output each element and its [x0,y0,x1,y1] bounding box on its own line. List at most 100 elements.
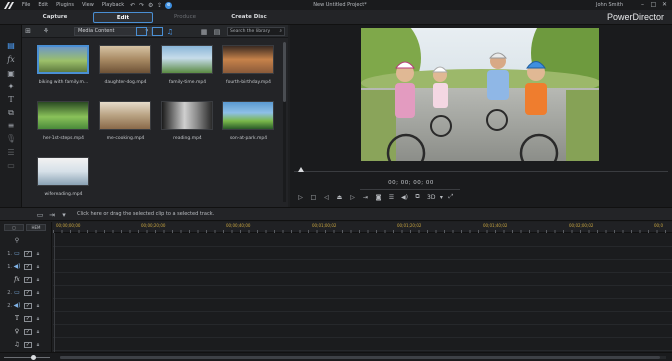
snapshot-icon[interactable]: ⏏ [333,191,346,203]
filter-image-button[interactable] [152,27,163,36]
title-room-icon[interactable]: T [5,94,17,105]
next-frame-icon[interactable]: ▷ [346,191,359,203]
tab-edit[interactable]: Edit [93,12,153,23]
tab-produce[interactable]: Produce [160,12,210,23]
help-icon[interactable]: e [164,0,173,10]
track-enable-checkbox[interactable]: ✓ [24,250,32,257]
lock-icon[interactable]: 🔒︎ [34,277,42,283]
library-clip[interactable]: daughter-dog.mp4 [98,45,153,85]
lock-icon[interactable]: 🔒︎ [34,303,42,309]
preview-seek-bar[interactable] [294,167,668,174]
particle-room-icon[interactable]: ✦ [5,81,17,92]
track-lane[interactable] [53,299,672,312]
menu-view[interactable]: View [78,0,98,10]
track-manager-button[interactable]: ▢ [4,224,24,231]
undo-icon[interactable]: ↶ [128,0,137,10]
lock-icon[interactable]: 🔒︎ [34,316,42,322]
library-clip[interactable]: family-time.mp4 [160,45,215,85]
library-search-input[interactable]: Search the library ⌕ [227,27,285,36]
track-lane[interactable] [53,338,672,351]
storyboard-view-icon[interactable]: ▭ [34,210,46,220]
track-enable-checkbox[interactable]: ✓ [24,341,32,348]
library-clip[interactable]: me-cooking.mp4 [98,101,153,141]
chapter-room-icon[interactable]: ☰ [5,147,17,158]
seek-handle[interactable] [298,167,304,172]
menu-plugins[interactable]: Plugins [52,0,78,10]
library-clip[interactable]: biking with family.m... [36,45,91,85]
library-clip[interactable]: wifereading.mp4 [36,157,91,197]
library-scrollbar-thumb[interactable] [283,42,286,102]
plugins-icon[interactable]: ⚘ [40,25,52,38]
settings-icon[interactable]: ☰ [385,191,398,203]
library-clip[interactable]: her-1st-steps.mp4 [36,101,91,141]
filter-audio-icon[interactable]: ♫ [164,25,176,38]
settings-gear-icon[interactable]: ⚙ [146,0,155,10]
track-lane[interactable] [53,312,672,325]
camera-icon[interactable]: ◙ [372,191,385,203]
track-lane[interactable] [53,325,672,338]
zoom-slider-handle[interactable] [31,355,36,360]
voice-over-room-icon[interactable]: 🎙 [5,133,17,144]
clip-label: me-cooking.mp4 [106,136,145,141]
minimize-icon[interactable]: – [637,0,648,10]
lock-icon[interactable]: 🔒︎ [34,290,42,296]
pip-room-icon[interactable]: ▣ [5,68,17,79]
track-enable-checkbox[interactable]: ✓ [24,302,32,309]
library-clip[interactable]: fourth-birthday.mp4 [221,45,276,85]
list-view-icon[interactable]: ▤ [211,25,223,38]
menu-edit[interactable]: Edit [34,0,52,10]
user-name[interactable]: John Smith [596,0,623,10]
lock-icon[interactable]: 🔒︎ [34,251,42,257]
play-icon[interactable]: ▷ [294,191,307,203]
trim-icon[interactable]: ⇥ [46,210,58,220]
track-lane[interactable] [53,234,672,247]
lock-icon[interactable]: 🔒︎ [34,342,42,348]
lock-icon[interactable]: 🔒︎ [34,264,42,270]
import-media-icon[interactable]: ⊞ [22,25,34,38]
maximize-icon[interactable]: □ [648,0,659,10]
stop-icon[interactable]: □ [307,191,320,203]
transition-room-icon[interactable]: ⧉ [5,107,17,118]
library-scrollbar[interactable] [283,42,286,202]
previous-frame-icon[interactable]: ◁ [320,191,333,203]
grid-view-icon[interactable]: ▦ [198,25,210,38]
undock-icon[interactable]: ⧉ [411,191,424,203]
track-lane[interactable] [53,273,672,286]
timeline-ruler[interactable]: 00;00;00;00 00;00;20;00 00;00;40;00 00;0… [53,222,672,233]
track-enable-checkbox[interactable]: ✓ [24,315,32,322]
timeline-scrollbar-thumb[interactable] [60,356,660,359]
audio-mixing-room-icon[interactable]: ≡ [5,120,17,131]
track-enable-checkbox[interactable]: ✓ [24,276,32,283]
tab-create-disc[interactable]: Create Disc [225,12,273,23]
tab-capture[interactable]: Capture [34,12,76,23]
filter-video-button[interactable] [136,27,147,36]
track-enable-checkbox[interactable]: ✓ [24,328,32,335]
timeline-tracks[interactable]: 00;00;00;00 00;00;20;00 00;00;40;00 00;0… [53,222,672,352]
library-clip[interactable]: son-at-park.mp4 [221,101,276,141]
search-icon[interactable]: ⌕ [279,28,282,35]
track-lane[interactable] [53,247,672,260]
fast-forward-icon[interactable]: ⇥ [359,191,372,203]
library-clip[interactable]: reading.mp4 [160,101,215,141]
lock-icon[interactable]: 🔒︎ [34,329,42,335]
track-enable-checkbox[interactable]: ✓ [24,289,32,296]
effects-room-icon[interactable]: fx [5,54,17,65]
volume-icon[interactable]: ◀) [398,191,411,203]
close-icon[interactable]: ✕ [659,0,670,10]
media-room-icon[interactable]: ▤ [5,40,17,51]
zoom-slider[interactable] [4,357,50,358]
track-enable-checkbox[interactable]: ✓ [24,263,32,270]
timeline-horizontal-scrollbar[interactable] [60,356,666,359]
menu-playback[interactable]: Playback [98,0,128,10]
redo-icon[interactable]: ↷ [137,0,146,10]
upload-icon[interactable]: ⇪ [155,0,164,10]
fullscreen-icon[interactable]: ⤢ [444,191,457,203]
subtitle-room-icon[interactable]: ▭ [5,160,17,171]
track-lane[interactable] [53,286,672,299]
3d-mode-button[interactable]: 3D [424,194,438,201]
track-toggle-button[interactable]: HEM [26,224,46,231]
timeline-playhead[interactable] [54,233,55,352]
track-lane[interactable] [53,260,672,273]
menu-file[interactable]: File [18,0,34,10]
dropdown-icon[interactable]: ▾ [58,210,70,220]
